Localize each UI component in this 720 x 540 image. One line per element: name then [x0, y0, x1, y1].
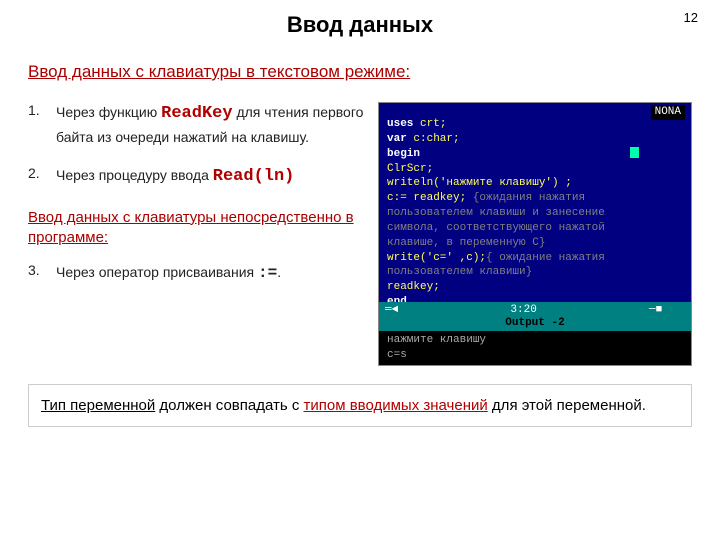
section-heading-program: Ввод данных с клавиатуры непосредственно… — [28, 208, 368, 249]
note-text: должен совпадать с — [155, 397, 303, 414]
text-cursor — [630, 147, 639, 158]
code-token: ); — [473, 252, 486, 264]
list-item-3: 3. Через оператор присваивания :=. — [28, 262, 368, 285]
code-assign: := — [258, 264, 277, 282]
code-token: begin — [387, 148, 420, 160]
code-comment: символа, соответствующего нажатой — [387, 222, 605, 234]
list-number: 3. — [28, 262, 46, 285]
code-comment: клавише, в переменную C} — [387, 237, 545, 249]
code-readln: Read(ln) — [213, 167, 295, 186]
list-item-2: 2. Через процедуру ввода Read(ln) — [28, 165, 368, 190]
text: Через функцию — [56, 104, 161, 120]
page-number: 12 — [684, 10, 698, 25]
list-number: 1. — [28, 102, 46, 147]
slide-title: Ввод данных — [28, 12, 692, 38]
status-time: 3:20 — [510, 304, 536, 316]
code-token: 'c=' ,c — [427, 252, 473, 264]
note-term: Тип переменной — [41, 397, 155, 414]
code-token: ClrScr; — [387, 163, 433, 175]
output-line: c=s — [387, 349, 407, 361]
slide: 12 Ввод данных Ввод данных с клавиатуры … — [0, 0, 720, 540]
section-heading-keyboard: Ввод данных с клавиатуры в текстовом реж… — [28, 62, 692, 82]
left-column: 1. Через функцию ReadKey для чтения перв… — [28, 102, 368, 303]
code-token: c:= readkey; — [387, 192, 473, 204]
code-comment: { ожидание нажатия — [486, 252, 605, 264]
status-right: ─■ — [649, 304, 662, 316]
code-token: uses — [387, 118, 420, 130]
status-left: ═◄ — [385, 304, 398, 316]
code-comment: {ожидания нажатия — [473, 192, 585, 204]
list-number: 2. — [28, 165, 46, 190]
list-item-1: 1. Через функцию ReadKey для чтения перв… — [28, 102, 368, 147]
list-body: Через функцию ReadKey для чтения первого… — [56, 102, 368, 147]
ide-panel: NONA uses crt; var c:char; begin ClrScr;… — [378, 102, 692, 366]
code-token: write( — [387, 252, 427, 264]
code-token: c:char; — [413, 133, 459, 145]
code-token: ) ; — [552, 177, 572, 189]
note-text: для этой переменной. — [488, 397, 646, 414]
ide-output-text: нажмите клавишу c=s — [379, 331, 691, 365]
text: Через процедуру ввода — [56, 167, 213, 183]
code-token: 'нажмите клавишу' — [440, 177, 552, 189]
code-readkey: ReadKey — [161, 104, 232, 123]
code-token: crt; — [420, 118, 446, 130]
list-body: Через процедуру ввода Read(ln) — [56, 165, 368, 190]
note-term: типом вводимых значений — [304, 397, 488, 414]
ide-output-header: Output -2 — [379, 316, 691, 331]
ide-filename: NONA — [651, 105, 685, 120]
code-comment: пользователем клавиши} — [387, 266, 532, 278]
code-token: writeln( — [387, 177, 440, 189]
list-body: Через оператор присваивания :=. — [56, 262, 368, 285]
output-line: нажмите клавишу — [387, 334, 486, 346]
code-token: var — [387, 133, 413, 145]
text: Через оператор присваивания — [56, 264, 258, 280]
code-comment: пользователем клавиши и занесение — [387, 207, 605, 219]
content-row: 1. Через функцию ReadKey для чтения перв… — [28, 102, 692, 366]
code-token: readkey; — [387, 281, 440, 293]
code-area: uses crt; var c:char; begin ClrScr; writ… — [379, 103, 691, 310]
text: . — [277, 264, 281, 280]
bottom-note: Тип переменной должен совпадать с типом … — [28, 384, 692, 427]
